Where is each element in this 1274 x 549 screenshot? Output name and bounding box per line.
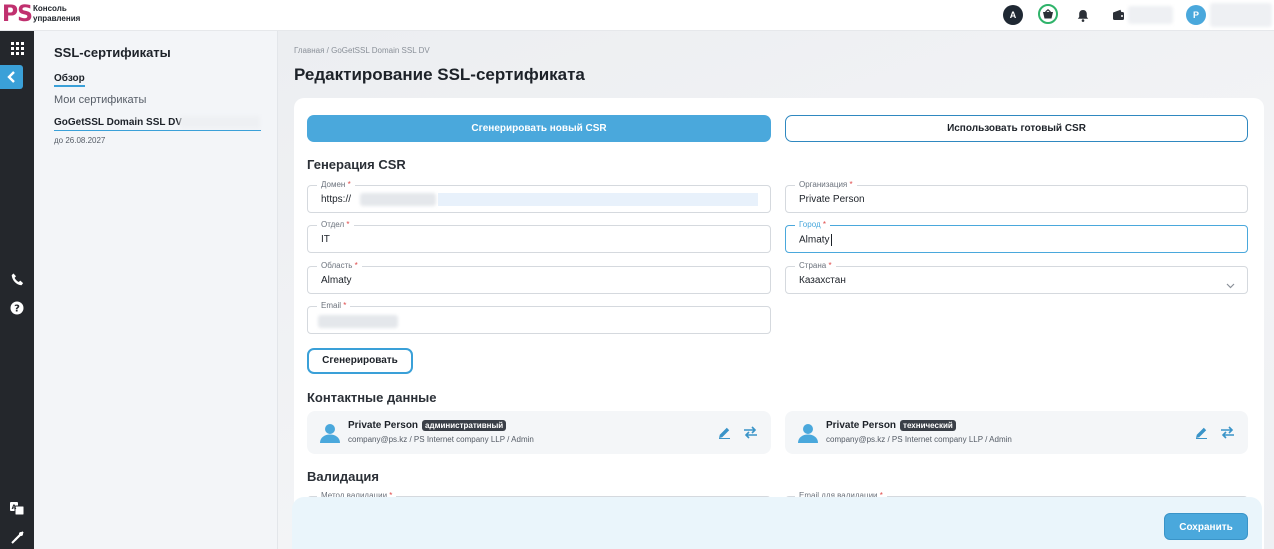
role-badge: технический <box>900 420 956 431</box>
top-bar: PS Консоль управления A P <box>0 0 1274 31</box>
sidebar-certificate-expiry: до 26.08.2027 <box>54 136 106 145</box>
email-field[interactable]: Email * <box>307 301 771 334</box>
contact-details: company@ps.kz / PS Internet company LLP … <box>826 435 1012 444</box>
help-icon[interactable]: ? <box>0 294 34 322</box>
swap-icon[interactable] <box>741 423 759 441</box>
domain-value-redacted <box>360 193 436 206</box>
email-label: Email <box>321 301 342 310</box>
domain-autofill-highlight <box>438 193 758 206</box>
city-value: Almaty <box>799 234 830 246</box>
left-rail: ? A <box>0 31 34 549</box>
logo-text: Консоль управления <box>33 4 81 23</box>
email-value-redacted <box>318 315 398 328</box>
chevron-down-icon <box>1226 276 1235 294</box>
csr-section-title: Генерация CSR <box>307 157 406 172</box>
organization-label: Организация <box>799 180 848 189</box>
country-select[interactable]: Страна * Казахстан <box>785 261 1248 294</box>
user-icon <box>797 422 819 444</box>
edit-icon[interactable] <box>1192 423 1210 441</box>
contact-card-admin: Private Person административный company@… <box>307 411 771 454</box>
contact-name: Private Person <box>348 420 419 431</box>
svg-text:?: ? <box>14 304 20 315</box>
department-label: Отдел <box>321 220 345 229</box>
region-label: Область <box>321 261 353 270</box>
region-value: Almaty <box>321 275 352 286</box>
svg-text:A: A <box>12 504 17 511</box>
tools-icon[interactable] <box>0 523 34 549</box>
country-value: Казахстан <box>799 275 846 286</box>
user-name[interactable] <box>1210 3 1272 27</box>
domain-value: https:// <box>321 194 352 205</box>
breadcrumb[interactable]: Главная / GoGetSSL Domain SSL DV <box>294 46 430 55</box>
contact-card-technical: Private Person технический company@ps.kz… <box>785 411 1248 454</box>
department-value: IT <box>321 234 330 245</box>
region-field[interactable]: Область * Almaty <box>307 261 771 294</box>
user-icon <box>319 422 341 444</box>
role-badge: административный <box>422 420 507 431</box>
sidebar-certificate-name[interactable]: GoGetSSL Domain SSL DV <box>54 117 182 128</box>
department-field[interactable]: Отдел * IT <box>307 220 771 253</box>
sidebar-item-overview[interactable]: Обзор <box>54 73 85 87</box>
domain-label: Домен <box>321 180 346 189</box>
logo[interactable]: PS <box>2 3 33 26</box>
user-avatar[interactable]: P <box>1186 5 1206 25</box>
generate-button[interactable]: Сгенерировать <box>307 348 413 374</box>
save-button[interactable]: Сохранить <box>1164 513 1248 540</box>
balance-value <box>1128 6 1173 24</box>
sidebar-item-my-certificates[interactable]: Мои сертификаты <box>54 94 146 106</box>
apps-grid-icon[interactable] <box>0 34 34 62</box>
generate-new-csr-tab[interactable]: Сгенерировать новый CSR <box>307 115 771 142</box>
language-icon[interactable]: A <box>0 494 34 522</box>
collapse-sidebar-icon[interactable] <box>0 65 23 89</box>
organization-field[interactable]: Организация * Private Person <box>785 180 1248 213</box>
contacts-section-title: Контактные данные <box>307 390 437 405</box>
contact-details: company@ps.kz / PS Internet company LLP … <box>348 435 534 444</box>
domain-field[interactable]: Домен * https:// <box>307 180 771 213</box>
bell-icon[interactable] <box>1074 6 1092 24</box>
contact-name: Private Person <box>826 420 897 431</box>
account-avatar[interactable]: A <box>1003 5 1023 25</box>
validation-section-title: Валидация <box>307 469 379 484</box>
cart-icon[interactable] <box>1038 4 1058 24</box>
organization-value: Private Person <box>799 194 865 205</box>
page-title: Редактирование SSL-сертификата <box>294 65 585 84</box>
text-caret <box>830 234 832 246</box>
section-sidebar: SSL-сертификаты Обзор Мои сертификаты Go… <box>34 31 278 549</box>
main-content: Главная / GoGetSSL Domain SSL DV Редакти… <box>278 31 1274 549</box>
sidebar-title: SSL-сертификаты <box>54 45 171 60</box>
country-label: Страна <box>799 261 827 270</box>
edit-icon[interactable] <box>715 423 733 441</box>
phone-icon[interactable] <box>0 265 34 293</box>
wallet-icon[interactable] <box>1109 6 1127 24</box>
sidebar-certificate-domain <box>180 116 260 128</box>
use-ready-csr-tab[interactable]: Использовать готовый CSR <box>785 115 1248 142</box>
edit-form-card: Сгенерировать новый CSR Использовать гот… <box>294 98 1264 549</box>
city-label: Город <box>799 220 821 229</box>
city-field[interactable]: Город * Almaty <box>785 220 1248 253</box>
sidebar-certificate-underline <box>54 130 261 131</box>
save-bar: Сохранить <box>292 497 1262 549</box>
swap-icon[interactable] <box>1218 423 1236 441</box>
